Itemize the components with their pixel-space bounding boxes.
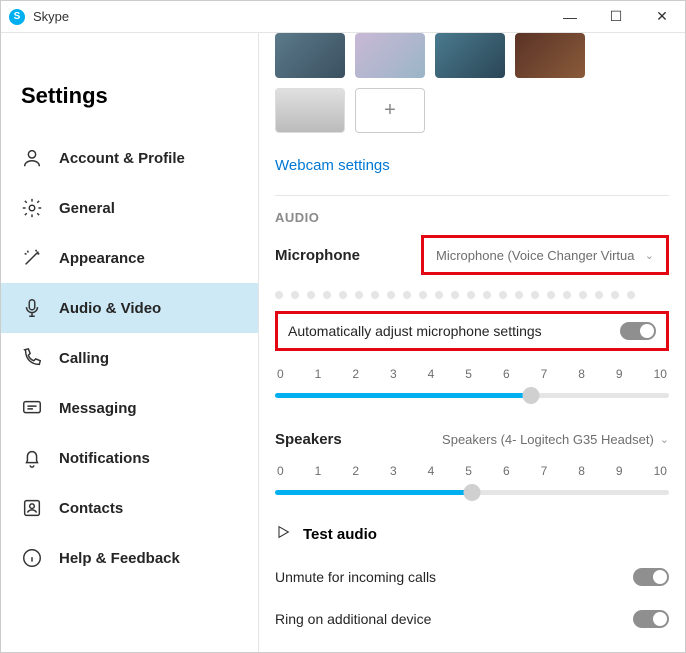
- microphone-level-dots: [275, 291, 669, 299]
- unmute-incoming-label: Unmute for incoming calls: [275, 569, 436, 585]
- contacts-icon: [21, 497, 43, 519]
- microphone-slider-wrap: 012345678910: [275, 367, 669, 405]
- sidebar-item-label: Calling: [59, 350, 109, 367]
- chevron-down-icon: ⌄: [660, 433, 669, 446]
- sidebar: Settings Account & Profile General Appea…: [1, 33, 259, 652]
- ring-additional-label: Ring on additional device: [275, 611, 431, 627]
- speakers-select-value: Speakers (4- Logitech G35 Headset): [442, 432, 654, 447]
- unmute-incoming-toggle[interactable]: [633, 568, 669, 586]
- sidebar-item-general[interactable]: General: [1, 183, 258, 233]
- chevron-down-icon: ⌄: [645, 249, 654, 262]
- settings-heading: Settings: [1, 83, 258, 133]
- microphone-slider-ticks: 012345678910: [275, 367, 669, 381]
- main-panel: + Webcam settings AUDIO Microphone Micro…: [259, 33, 685, 652]
- webcam-settings-link[interactable]: Webcam settings: [275, 157, 390, 174]
- microphone-icon: [21, 297, 43, 319]
- sidebar-item-label: Messaging: [59, 400, 137, 417]
- sidebar-item-account-profile[interactable]: Account & Profile: [1, 133, 258, 183]
- background-thumb[interactable]: [275, 33, 345, 78]
- sidebar-item-label: Contacts: [59, 500, 123, 517]
- sidebar-item-notifications[interactable]: Notifications: [1, 433, 258, 483]
- test-audio-label: Test audio: [303, 526, 377, 543]
- sidebar-item-label: Account & Profile: [59, 150, 185, 167]
- sidebar-item-label: Help & Feedback: [59, 550, 180, 567]
- microphone-slider[interactable]: [275, 385, 669, 405]
- close-button[interactable]: ✕: [639, 1, 685, 33]
- audio-section-label: AUDIO: [275, 210, 669, 225]
- bell-icon: [21, 447, 43, 469]
- microphone-label: Microphone: [275, 247, 360, 264]
- add-background-button[interactable]: +: [355, 88, 425, 133]
- sidebar-item-messaging[interactable]: Messaging: [1, 383, 258, 433]
- sidebar-item-label: Audio & Video: [59, 300, 161, 317]
- speakers-slider[interactable]: [275, 482, 669, 502]
- divider: [275, 195, 669, 196]
- sidebar-item-appearance[interactable]: Appearance: [1, 233, 258, 283]
- speakers-label: Speakers: [275, 431, 342, 448]
- sidebar-item-label: Notifications: [59, 450, 150, 467]
- sidebar-item-help-feedback[interactable]: Help & Feedback: [1, 533, 258, 583]
- maximize-button[interactable]: ☐: [593, 1, 639, 33]
- background-thumbnails-row2: +: [275, 88, 669, 133]
- background-thumb[interactable]: [435, 33, 505, 78]
- microphone-select[interactable]: Microphone (Voice Changer Virtua ⌄: [430, 240, 660, 270]
- sidebar-item-audio-video[interactable]: Audio & Video: [1, 283, 258, 333]
- gear-icon: [21, 197, 43, 219]
- play-icon: [275, 524, 291, 544]
- highlight-auto-adjust-row: Automatically adjust microphone settings: [275, 311, 669, 351]
- chat-icon: [21, 397, 43, 419]
- background-thumbnails-row1: [275, 33, 669, 78]
- sidebar-item-label: General: [59, 200, 115, 217]
- highlight-microphone-select: Microphone (Voice Changer Virtua ⌄: [421, 235, 669, 275]
- info-icon: [21, 547, 43, 569]
- speakers-select[interactable]: Speakers (4- Logitech G35 Headset) ⌄: [442, 432, 669, 447]
- window-title: Skype: [33, 9, 69, 24]
- background-thumb[interactable]: [275, 88, 345, 133]
- background-thumb[interactable]: [355, 33, 425, 78]
- minimize-button[interactable]: —: [547, 1, 593, 33]
- wand-icon: [21, 247, 43, 269]
- sidebar-item-calling[interactable]: Calling: [1, 333, 258, 383]
- titlebar: S Skype — ☐ ✕: [1, 1, 685, 33]
- skype-icon: S: [9, 9, 25, 25]
- test-audio-button[interactable]: Test audio: [275, 524, 669, 544]
- ring-additional-toggle[interactable]: [633, 610, 669, 628]
- microphone-select-value: Microphone (Voice Changer Virtua: [436, 248, 635, 263]
- sidebar-item-label: Appearance: [59, 250, 145, 267]
- speakers-slider-wrap: 012345678910: [275, 464, 669, 502]
- auto-adjust-label: Automatically adjust microphone settings: [288, 323, 542, 339]
- person-icon: [21, 147, 43, 169]
- speakers-slider-ticks: 012345678910: [275, 464, 669, 478]
- auto-adjust-toggle[interactable]: [620, 322, 656, 340]
- sidebar-item-contacts[interactable]: Contacts: [1, 483, 258, 533]
- phone-icon: [21, 347, 43, 369]
- background-thumb[interactable]: [515, 33, 585, 78]
